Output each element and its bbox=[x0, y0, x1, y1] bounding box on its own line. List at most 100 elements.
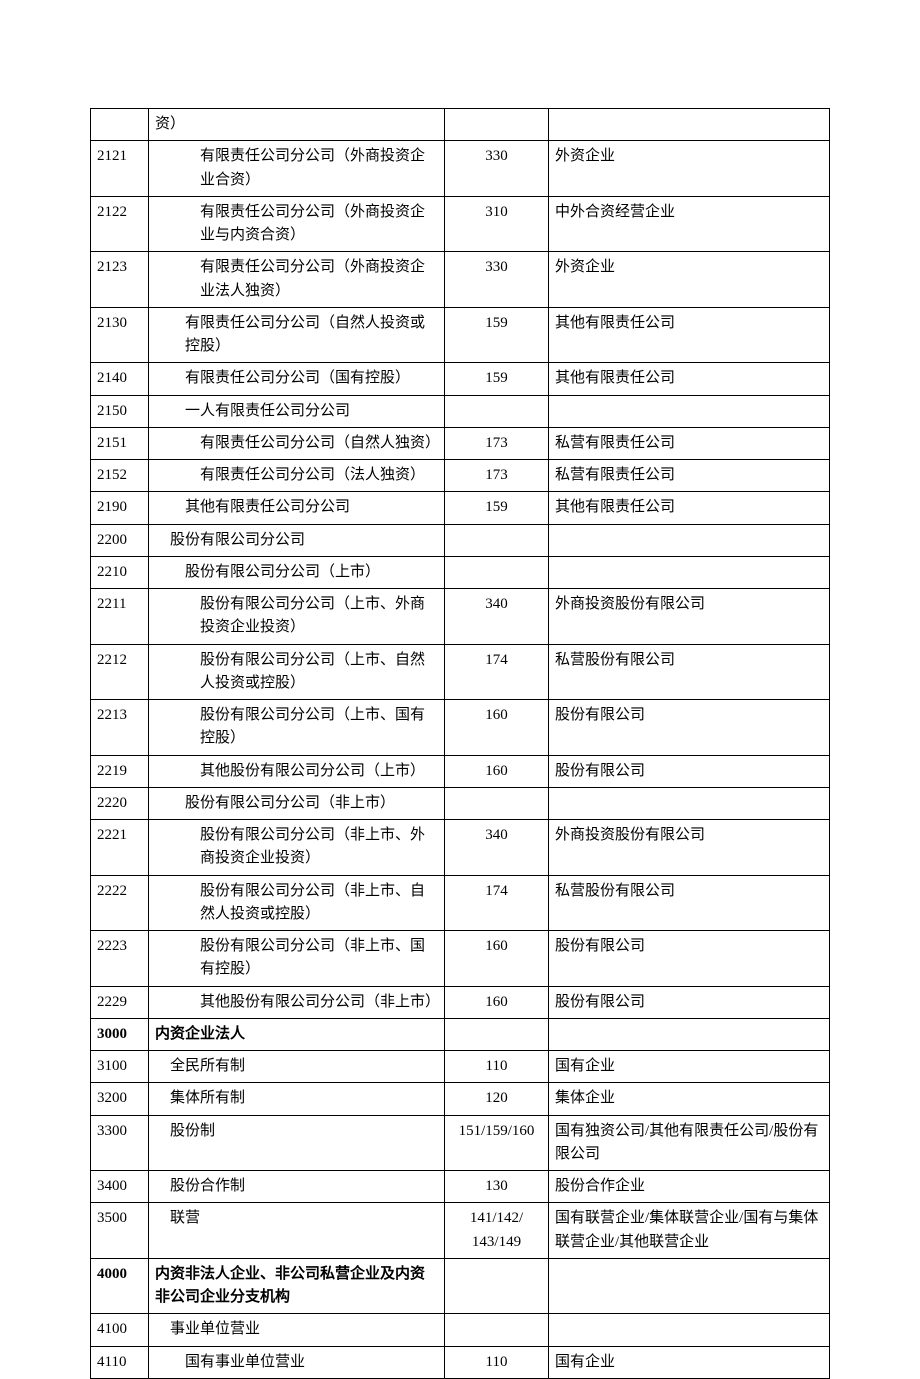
remark-cell bbox=[549, 556, 830, 588]
num-cell bbox=[445, 109, 549, 141]
code-cell: 2150 bbox=[91, 395, 149, 427]
num-cell: 330 bbox=[445, 252, 549, 308]
remark-cell: 股份有限公司 bbox=[549, 700, 830, 756]
remark-cell: 其他有限责任公司 bbox=[549, 492, 830, 524]
num-cell bbox=[445, 524, 549, 556]
table-row: 2200股份有限公司分公司 bbox=[91, 524, 830, 556]
desc-cell: 股份有限公司分公司（非上市、外商投资企业投资） bbox=[149, 820, 445, 876]
desc-cell: 联营 bbox=[149, 1203, 445, 1259]
desc-cell: 国有事业单位营业 bbox=[149, 1346, 445, 1378]
desc-cell: 股份有限公司分公司 bbox=[149, 524, 445, 556]
table-row: 2210股份有限公司分公司（上市） bbox=[91, 556, 830, 588]
code-cell: 2220 bbox=[91, 787, 149, 819]
table-row: 2123有限责任公司分公司（外商投资企业法人独资）330外资企业 bbox=[91, 252, 830, 308]
desc-cell: 其他股份有限公司分公司（非上市） bbox=[149, 986, 445, 1018]
remark-cell bbox=[549, 395, 830, 427]
code-cell: 2152 bbox=[91, 460, 149, 492]
table-row: 2212股份有限公司分公司（上市、自然人投资或控股）174私营股份有限公司 bbox=[91, 644, 830, 700]
code-cell bbox=[91, 109, 149, 141]
num-cell: 120 bbox=[445, 1083, 549, 1115]
desc-cell: 股份有限公司分公司（上市、国有控股） bbox=[149, 700, 445, 756]
num-cell: 340 bbox=[445, 589, 549, 645]
table-row: 2213股份有限公司分公司（上市、国有控股）160股份有限公司 bbox=[91, 700, 830, 756]
remark-cell bbox=[549, 1314, 830, 1346]
table-row: 2140有限责任公司分公司（国有控股）159其他有限责任公司 bbox=[91, 363, 830, 395]
desc-cell: 有限责任公司分公司（外商投资企业合资） bbox=[149, 141, 445, 197]
desc-cell: 有限责任公司分公司（自然人投资或控股） bbox=[149, 307, 445, 363]
table-row: 2219其他股份有限公司分公司（上市）160股份有限公司 bbox=[91, 755, 830, 787]
desc-cell: 股份有限公司分公司（上市） bbox=[149, 556, 445, 588]
desc-cell: 有限责任公司分公司（外商投资企业法人独资） bbox=[149, 252, 445, 308]
table-row: 2229其他股份有限公司分公司（非上市）160股份有限公司 bbox=[91, 986, 830, 1018]
remark-cell bbox=[549, 787, 830, 819]
table-row: 4110国有事业单位营业110国有企业 bbox=[91, 1346, 830, 1378]
desc-cell: 有限责任公司分公司（国有控股） bbox=[149, 363, 445, 395]
num-cell bbox=[445, 1258, 549, 1314]
table-row: 2130有限责任公司分公司（自然人投资或控股）159其他有限责任公司 bbox=[91, 307, 830, 363]
table-row: 3000内资企业法人 bbox=[91, 1018, 830, 1050]
code-cell: 2229 bbox=[91, 986, 149, 1018]
code-cell: 2222 bbox=[91, 875, 149, 931]
table-row: 3100全民所有制110国有企业 bbox=[91, 1051, 830, 1083]
table-row: 3500联营141/142/ 143/149国有联营企业/集体联营企业/国有与集… bbox=[91, 1203, 830, 1259]
remark-cell: 私营股份有限公司 bbox=[549, 644, 830, 700]
table-row: 2150一人有限责任公司分公司 bbox=[91, 395, 830, 427]
table-row: 4100事业单位营业 bbox=[91, 1314, 830, 1346]
code-cell: 3300 bbox=[91, 1115, 149, 1171]
desc-cell: 股份有限公司分公司（上市、外商投资企业投资） bbox=[149, 589, 445, 645]
table-row: 2221股份有限公司分公司（非上市、外商投资企业投资）340外商投资股份有限公司 bbox=[91, 820, 830, 876]
code-cell: 2122 bbox=[91, 196, 149, 252]
desc-cell: 一人有限责任公司分公司 bbox=[149, 395, 445, 427]
desc-cell: 其他有限责任公司分公司 bbox=[149, 492, 445, 524]
code-cell: 2219 bbox=[91, 755, 149, 787]
num-cell: 159 bbox=[445, 492, 549, 524]
num-cell: 159 bbox=[445, 307, 549, 363]
num-cell: 340 bbox=[445, 820, 549, 876]
remark-cell: 其他有限责任公司 bbox=[549, 307, 830, 363]
num-cell bbox=[445, 395, 549, 427]
remark-cell: 国有联营企业/集体联营企业/国有与集体联营企业/其他联营企业 bbox=[549, 1203, 830, 1259]
table-row: 3400股份合作制130股份合作企业 bbox=[91, 1171, 830, 1203]
desc-cell: 有限责任公司分公司（外商投资企业与内资合资） bbox=[149, 196, 445, 252]
num-cell: 174 bbox=[445, 875, 549, 931]
code-cell: 3000 bbox=[91, 1018, 149, 1050]
num-cell: 159 bbox=[445, 363, 549, 395]
code-cell: 2200 bbox=[91, 524, 149, 556]
num-cell bbox=[445, 787, 549, 819]
remark-cell: 国有独资公司/其他有限责任公司/股份有限公司 bbox=[549, 1115, 830, 1171]
desc-cell: 股份有限公司分公司（非上市、自然人投资或控股） bbox=[149, 875, 445, 931]
num-cell: 160 bbox=[445, 755, 549, 787]
remark-cell bbox=[549, 524, 830, 556]
code-cell: 3100 bbox=[91, 1051, 149, 1083]
code-cell: 4110 bbox=[91, 1346, 149, 1378]
num-cell: 130 bbox=[445, 1171, 549, 1203]
table-row: 2222股份有限公司分公司（非上市、自然人投资或控股）174私营股份有限公司 bbox=[91, 875, 830, 931]
code-cell: 2140 bbox=[91, 363, 149, 395]
desc-cell: 股份合作制 bbox=[149, 1171, 445, 1203]
code-cell: 2211 bbox=[91, 589, 149, 645]
remark-cell: 集体企业 bbox=[549, 1083, 830, 1115]
remark-cell bbox=[549, 1258, 830, 1314]
code-cell: 4000 bbox=[91, 1258, 149, 1314]
desc-cell: 资） bbox=[149, 109, 445, 141]
desc-cell: 股份有限公司分公司（非上市、国有控股） bbox=[149, 931, 445, 987]
num-cell: 160 bbox=[445, 986, 549, 1018]
remark-cell: 外资企业 bbox=[549, 252, 830, 308]
code-cell: 3200 bbox=[91, 1083, 149, 1115]
code-cell: 2212 bbox=[91, 644, 149, 700]
num-cell: 174 bbox=[445, 644, 549, 700]
table-row: 3200集体所有制120集体企业 bbox=[91, 1083, 830, 1115]
remark-cell: 私营股份有限公司 bbox=[549, 875, 830, 931]
code-cell: 2151 bbox=[91, 427, 149, 459]
desc-cell: 其他股份有限公司分公司（上市） bbox=[149, 755, 445, 787]
remark-cell: 私营有限责任公司 bbox=[549, 427, 830, 459]
code-cell: 2123 bbox=[91, 252, 149, 308]
table-row: 2151有限责任公司分公司（自然人独资）173私营有限责任公司 bbox=[91, 427, 830, 459]
code-cell: 2130 bbox=[91, 307, 149, 363]
num-cell: 330 bbox=[445, 141, 549, 197]
table-row: 2223股份有限公司分公司（非上市、国有控股）160股份有限公司 bbox=[91, 931, 830, 987]
num-cell bbox=[445, 1018, 549, 1050]
table-row: 2220股份有限公司分公司（非上市） bbox=[91, 787, 830, 819]
num-cell: 110 bbox=[445, 1051, 549, 1083]
remark-cell: 私营有限责任公司 bbox=[549, 460, 830, 492]
